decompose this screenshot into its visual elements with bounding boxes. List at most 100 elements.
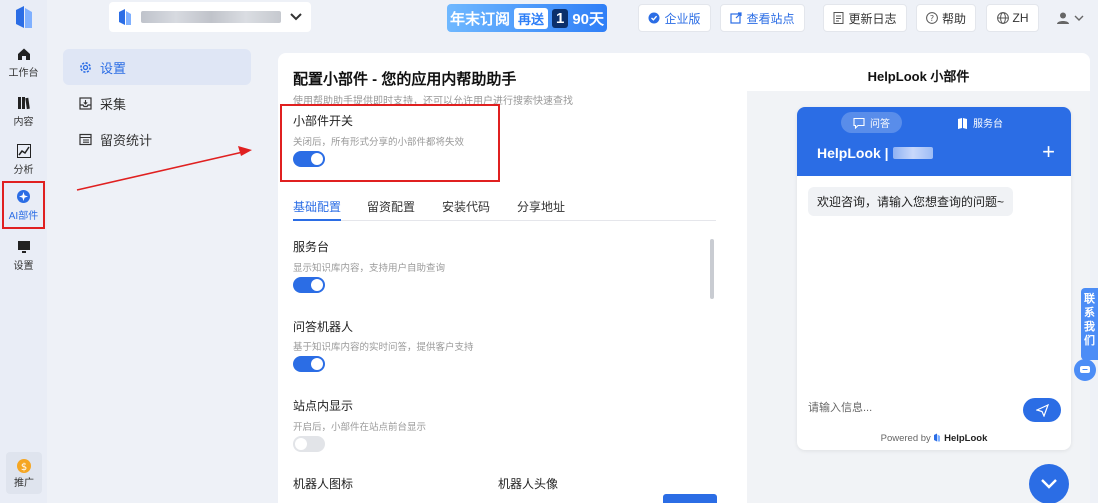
promo-days: 90天 <box>572 10 605 28</box>
rail-item-content[interactable]: 内容 <box>0 89 47 135</box>
upload-button[interactable] <box>663 494 717 503</box>
app-logo[interactable] <box>12 4 36 30</box>
contact-chat-button[interactable] <box>1074 359 1096 381</box>
service-desk-desc: 显示知识库内容，支持用户自助查询 <box>293 263 446 274</box>
user-icon <box>1057 12 1069 24</box>
preview-title: HelpLook 小部件 <box>867 69 970 84</box>
site-display-toggle[interactable] <box>293 436 325 452</box>
greeting-bubble: 欢迎咨询，请输入您想查询的问题~ <box>808 187 1014 216</box>
site-display-desc: 开启后，小部件在站点前台显示 <box>293 422 427 433</box>
promo-text: 年末订阅 <box>449 10 510 28</box>
subnav-item-collect[interactable]: 采集 <box>63 85 251 121</box>
gear-icon <box>80 61 91 73</box>
table-icon <box>79 133 92 145</box>
ai-widget-icon <box>17 189 30 203</box>
books-icon <box>17 97 30 110</box>
qa-bot-toggle[interactable] <box>293 356 325 372</box>
workspace-name-redacted <box>141 11 281 23</box>
send-button[interactable] <box>1023 398 1061 422</box>
widget-brand-text: HelpLook | <box>817 145 889 161</box>
inbox-icon <box>79 96 92 110</box>
tab-install-code[interactable]: 安装代码 <box>442 198 490 221</box>
widget-tab-service[interactable]: 服务台 <box>945 112 1015 133</box>
view-site-button[interactable]: 查看站点 <box>720 4 805 32</box>
widget-preview: 问答 服务台 HelpLook | + 欢迎咨询，请输入您想查询的问题~ 请输入… <box>797 107 1071 450</box>
promo-digit: 1 <box>552 8 569 28</box>
rail-item-ai-widget[interactable]: AI部件 <box>2 181 45 229</box>
chevron-down-icon <box>1074 15 1084 21</box>
widget-brand: HelpLook | <box>817 145 933 161</box>
service-desk-label: 服务台 <box>293 240 330 254</box>
help-circle-icon: ? <box>926 12 938 24</box>
document-icon <box>833 12 844 24</box>
top-bar: 年末订阅 再送 1 90天 企业版 查看站点 更新日志 ? 帮助 ZH <box>47 0 1098 36</box>
widget-header: 问答 服务台 HelpLook | + <box>797 107 1071 176</box>
language-label: ZH <box>1012 11 1029 25</box>
widget-launcher-button[interactable] <box>1029 464 1069 503</box>
widget-tab-qa-label: 问答 <box>870 119 890 130</box>
settings-subnav: 设置 采集 留资统计 <box>47 36 263 503</box>
help-button[interactable]: ? 帮助 <box>916 4 976 32</box>
user-menu[interactable] <box>1048 4 1092 32</box>
subnav-item-lead-stats[interactable]: 留资统计 <box>63 121 251 157</box>
enterprise-label: 企业版 <box>664 11 701 26</box>
send-icon <box>1035 403 1049 417</box>
tab-lead-config[interactable]: 留资配置 <box>367 198 415 221</box>
chart-icon <box>16 144 31 158</box>
chevron-down-icon <box>290 13 302 21</box>
subnav-item-label: 设置 <box>100 60 127 76</box>
globe-icon <box>996 12 1009 24</box>
workspace-selector[interactable] <box>109 2 311 32</box>
coin-icon: $ <box>17 458 31 473</box>
page-title: 配置小部件 - 您的应用内帮助助手 <box>293 71 517 88</box>
rail-item-label: 工作台 <box>8 68 39 79</box>
promo-tag: 再送 <box>513 7 548 29</box>
language-button[interactable]: ZH <box>986 4 1039 32</box>
message-icon <box>1080 366 1090 373</box>
qa-bot-desc: 基于知识库内容的实时问答，提供客户支持 <box>293 342 474 353</box>
powered-by: Powered by HelpLook <box>797 433 1071 444</box>
tab-basic-config[interactable]: 基础配置 <box>293 198 342 221</box>
tab-share-url[interactable]: 分享地址 <box>517 198 565 221</box>
rail-item-label: 内容 <box>13 117 34 128</box>
widget-tab-service-label: 服务台 <box>973 119 1003 130</box>
widget-message-input[interactable]: 请输入信息... <box>808 399 872 415</box>
svg-text:?: ? <box>930 14 934 23</box>
site-display-label: 站点内显示 <box>293 399 354 413</box>
chat-icon <box>853 117 865 129</box>
monitor-icon <box>17 241 30 253</box>
external-link-icon <box>730 12 743 24</box>
contact-us-tab[interactable]: 联系我们 <box>1081 288 1098 360</box>
widget-switch-label: 小部件开关 <box>293 114 354 128</box>
svg-text:$: $ <box>21 462 27 473</box>
powered-brand: HelpLook <box>944 433 988 444</box>
widget-switch-desc: 关闭后，所有形式分享的小部件都将失效 <box>293 137 465 148</box>
bot-avatar-label: 机器人头像 <box>498 477 559 491</box>
rail-item-settings[interactable]: 设置 <box>0 233 47 279</box>
rail-item-workbench[interactable]: 工作台 <box>0 40 47 86</box>
config-tabs: 基础配置 留资配置 安装代码 分享地址 <box>293 198 716 221</box>
rail-item-label: 推广 <box>14 477 34 489</box>
left-rail: 工作台 内容 分析 AI部件 设置 $ 推广 <box>0 0 47 503</box>
rail-item-analytics[interactable]: 分析 <box>0 137 47 183</box>
enterprise-button[interactable]: 企业版 <box>638 4 711 32</box>
subnav-item-settings[interactable]: 设置 <box>63 49 251 85</box>
rail-item-promotion[interactable]: $ 推广 <box>6 452 42 494</box>
service-desk-toggle[interactable] <box>293 277 325 293</box>
scrollbar[interactable] <box>710 239 714 299</box>
subnav-item-label: 采集 <box>100 96 127 112</box>
plus-icon[interactable]: + <box>1042 141 1055 163</box>
widget-tab-qa[interactable]: 问答 <box>841 112 902 133</box>
badge-check-icon <box>648 12 660 24</box>
helplook-logo-icon <box>934 433 941 442</box>
powered-prefix: Powered by <box>880 433 931 444</box>
view-site-label: 查看站点 <box>746 11 795 26</box>
rail-item-label: 分析 <box>13 165 34 176</box>
qa-bot-label: 问答机器人 <box>293 320 354 334</box>
rail-item-label: AI部件 <box>8 210 39 222</box>
widget-switch-toggle[interactable] <box>293 151 325 167</box>
promo-banner[interactable]: 年末订阅 再送 1 90天 <box>447 4 607 32</box>
widget-brand-redacted <box>892 147 933 159</box>
subnav-item-label: 留资统计 <box>100 132 153 148</box>
changelog-button[interactable]: 更新日志 <box>823 4 907 32</box>
